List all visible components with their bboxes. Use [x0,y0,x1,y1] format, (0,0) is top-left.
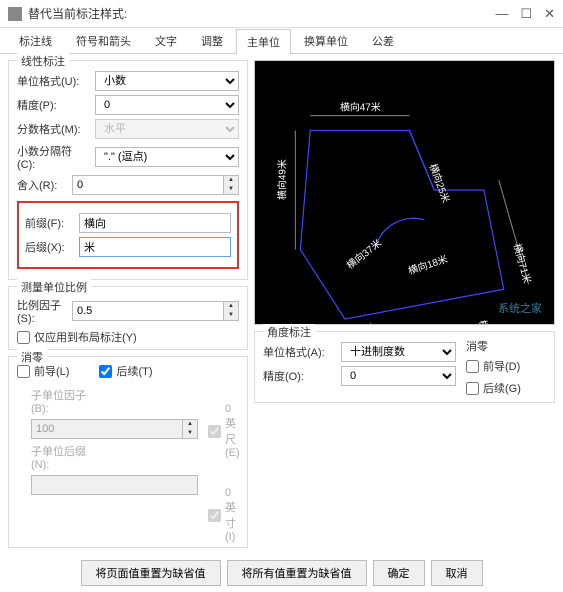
angle-unit-select[interactable]: 十进制度数 [341,342,456,362]
decimal-sep-label: 小数分隔符(C): [17,143,89,171]
scale-down[interactable]: ▼ [224,311,238,320]
scale-label: 比例因子(S): [17,297,66,325]
suffix-input[interactable] [79,237,231,257]
app-icon [8,7,22,21]
reset-all-button[interactable]: 将所有值重置为缺省值 [227,560,367,586]
minimize-button[interactable]: — [495,6,508,22]
dim-text: 横向47米 [340,101,381,114]
precision-label: 精度(P): [17,97,89,113]
decimal-sep-select[interactable]: "." (逗点) [95,147,239,167]
subfactor-label: 子单位因子(B): [31,387,95,415]
prefix-label: 前缀(F): [25,215,73,231]
leading-checkbox[interactable] [17,365,30,378]
maximize-button[interactable]: ☐ [520,6,532,22]
dim-text: 横向37米 [344,236,384,271]
dim-text: 横向49米 [275,159,288,200]
footer: 将页面值重置为缺省值 将所有值重置为缺省值 确定 取消 [0,554,563,592]
unit-format-label: 单位格式(U): [17,73,89,89]
precision-select[interactable]: 0 [95,95,239,115]
linear-title: 线性标注 [17,53,69,69]
apply-layout-label: 仅应用到布局标注(Y) [34,329,137,345]
tab-alt-units[interactable]: 换算单位 [293,28,359,53]
window-title: 替代当前标注样式: [28,5,495,22]
tab-primary-units[interactable]: 主单位 [236,29,291,54]
roundoff-label: 舍入(R): [17,177,66,193]
trailing-checkbox[interactable] [99,365,112,378]
suffix-label: 后缀(X): [25,239,73,255]
tab-bar: 标注线 符号和箭头 文字 调整 主单位 换算单位 公差 [0,28,563,54]
inch-checkbox [208,509,221,522]
apply-layout-checkbox[interactable] [17,331,30,344]
prefix-input[interactable] [79,213,231,233]
angle-precision-select[interactable]: 0 [341,366,456,386]
zero-group: 消零 前导(L) 后续(T) 子单位因子(B): ▲▼ 子单位后缀(N): [8,356,248,548]
inch-label: 0 英寸(I) [225,487,240,543]
subsuffix-input [31,475,198,495]
preview-pane: 横向47米 横向49米 横向25米 横向37米 横向18米 横向71米 横向10… [254,60,555,325]
dim-text: 横向119° [362,322,383,324]
angle-leading-checkbox[interactable] [466,360,479,373]
angle-trailing-checkbox[interactable] [466,382,479,395]
scale-up[interactable]: ▲ [224,302,238,311]
tab-text[interactable]: 文字 [144,28,188,53]
measure-title: 测量单位比例 [17,279,91,295]
dim-text: 横向25米 [426,162,452,205]
feet-label: 0 英尺(E) [225,403,240,459]
angle-zero-title: 消零 [466,338,546,354]
leading-label: 前导(L) [34,363,69,379]
linear-group: 线性标注 单位格式(U): 小数 精度(P): 0 分数格式(M): 水平 小数… [8,60,248,280]
subfactor-input [31,419,183,439]
reset-page-button[interactable]: 将页面值重置为缺省值 [81,560,221,586]
trailing-label: 后续(T) [116,363,152,379]
fraction-format-label: 分数格式(M): [17,121,89,137]
zero-title: 消零 [17,349,47,365]
dim-text: 横向71米 [511,242,534,285]
roundoff-input[interactable] [72,175,224,195]
prefix-suffix-highlight: 前缀(F): 后缀(X): [17,201,239,269]
angle-group: 角度标注 单位格式(A): 十进制度数 精度(O): 0 消零 前导(D) 后续… [254,331,555,403]
feet-checkbox [208,425,221,438]
roundoff-down[interactable]: ▼ [224,185,238,194]
angle-trailing-label: 后续(G) [483,380,521,396]
ok-button[interactable]: 确定 [373,560,425,586]
unit-format-select[interactable]: 小数 [95,71,239,91]
subsuffix-label: 子单位后缀(N): [31,443,95,471]
tab-dimlines[interactable]: 标注线 [8,28,63,53]
dim-text: 横向46° [476,318,498,324]
tab-fit[interactable]: 调整 [190,28,234,53]
angle-precision-label: 精度(O): [263,368,335,384]
close-button[interactable]: ✕ [544,6,555,22]
angle-unit-label: 单位格式(A): [263,344,335,360]
subfactor-down: ▼ [183,429,197,438]
tab-symbols[interactable]: 符号和箭头 [65,28,142,53]
subfactor-up: ▲ [183,420,197,429]
measure-group: 测量单位比例 比例因子(S): ▲▼ 仅应用到布局标注(Y) [8,286,248,350]
scale-input[interactable] [72,301,224,321]
cancel-button[interactable]: 取消 [431,560,483,586]
dim-text: 横向18米 [406,252,449,277]
angle-leading-label: 前导(D) [483,358,520,374]
tab-tolerances[interactable]: 公差 [361,28,405,53]
fraction-format-select: 水平 [95,119,239,139]
angle-title: 角度标注 [263,324,315,340]
roundoff-up[interactable]: ▲ [224,176,238,185]
